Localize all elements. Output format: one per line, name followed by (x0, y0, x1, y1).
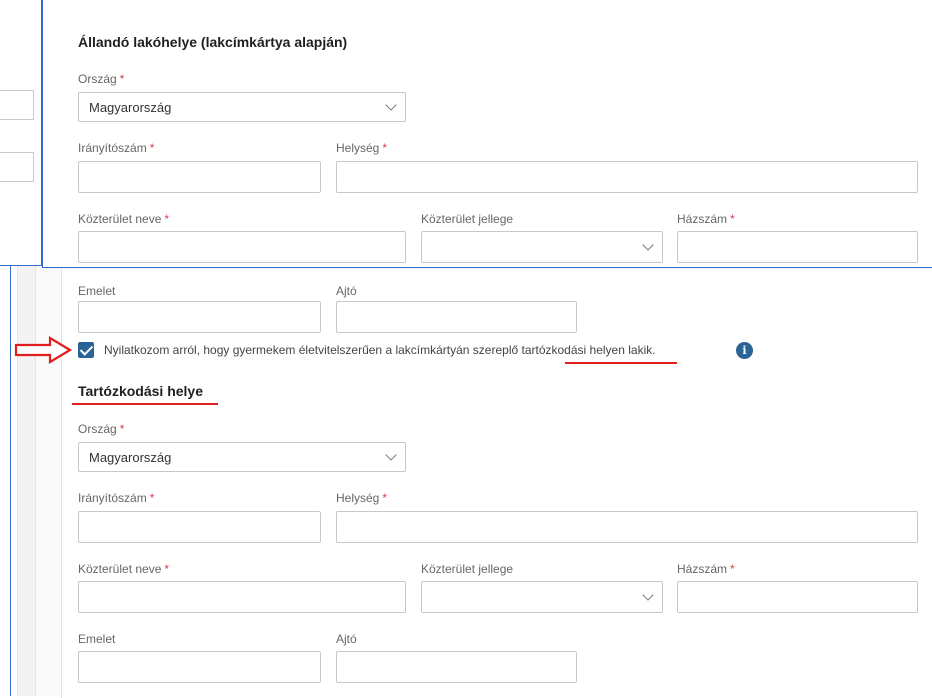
label-text: Irányítószám (78, 491, 147, 505)
label-helyseg: Helység * (336, 491, 387, 505)
label-hazszam: Házszám * (677, 212, 735, 226)
section-title-residence: Tartózkodási helye (78, 383, 204, 399)
label-iranyitoszam: Irányítószám * (78, 141, 154, 155)
floor-input[interactable] (78, 651, 321, 683)
chevron-down-icon (385, 449, 397, 461)
annotation-underline (565, 362, 677, 364)
door-input[interactable] (336, 301, 577, 333)
label-text: Ország (78, 72, 117, 86)
label-text: Közterület neve (78, 212, 162, 226)
required-mark: * (119, 422, 125, 436)
label-text: Helység (336, 141, 380, 155)
country-select[interactable]: Magyarország (78, 92, 406, 122)
postal-code-input[interactable] (78, 511, 321, 543)
red-arrow-icon (14, 336, 72, 364)
declaration-checkbox[interactable] (78, 342, 94, 358)
label-helyseg: Helység * (336, 141, 387, 155)
city-input[interactable] (336, 161, 918, 193)
content-divider (61, 268, 62, 698)
required-mark: * (730, 212, 735, 226)
background-input (0, 152, 34, 182)
info-icon[interactable]: i (736, 342, 753, 359)
country-select-value: Magyarország (89, 450, 172, 465)
label-orszag: Ország * (78, 72, 124, 86)
label-emelet: Emelet (78, 284, 116, 298)
street-type-select[interactable] (421, 231, 663, 263)
country-select[interactable]: Magyarország (78, 442, 406, 472)
street-name-input[interactable] (78, 231, 406, 263)
house-number-input[interactable] (677, 231, 918, 263)
required-mark: * (730, 562, 735, 576)
city-input[interactable] (336, 511, 918, 543)
background-column (35, 266, 61, 696)
required-mark: * (164, 562, 170, 576)
declaration-text-end: lakik. (624, 343, 656, 357)
background-input (0, 90, 34, 120)
country-select-value: Magyarország (89, 100, 172, 115)
chevron-down-icon (642, 239, 654, 251)
floor-input[interactable] (78, 301, 321, 333)
label-text: Házszám (677, 212, 728, 226)
label-kozterulet-jellege: Közterület jellege (421, 212, 514, 226)
declaration-label: Nyilatkozom arról, hogy gyermekem életvi… (104, 343, 656, 357)
label-emelet: Emelet (78, 632, 116, 646)
background-column (17, 266, 35, 696)
street-type-select[interactable] (421, 581, 663, 613)
required-mark: * (149, 491, 155, 505)
annotation-underline (72, 403, 218, 405)
label-kozterulet-neve: Közterület neve * (78, 212, 169, 226)
label-kozterulet-jellege: Közterület jellege (421, 562, 514, 576)
required-mark: * (382, 491, 388, 505)
label-text: Irányítószám (78, 141, 147, 155)
label-text: Ország (78, 422, 117, 436)
street-name-input[interactable] (78, 581, 406, 613)
background-frame-line (10, 266, 11, 696)
label-kozterulet-neve: Közterület neve * (78, 562, 169, 576)
required-mark: * (149, 141, 155, 155)
label-ajto: Ajtó (336, 632, 357, 646)
required-mark: * (119, 72, 125, 86)
declaration-highlight: tartózkodási helyen (521, 343, 625, 357)
postal-code-input[interactable] (78, 161, 321, 193)
label-text: Közterület neve (78, 562, 162, 576)
background-window (0, 0, 42, 266)
required-mark: * (164, 212, 170, 226)
declaration-text: Nyilatkozom arról, hogy gyermekem életvi… (104, 343, 522, 357)
label-text: Házszám (677, 562, 728, 576)
label-ajto: Ajtó (336, 284, 357, 298)
chevron-down-icon (642, 589, 654, 601)
house-number-input[interactable] (677, 581, 918, 613)
section-title-permanent-address: Állandó lakóhelye (lakcímkártya alapján) (78, 34, 348, 50)
label-hazszam: Házszám * (677, 562, 735, 576)
door-input[interactable] (336, 651, 577, 683)
chevron-down-icon (385, 99, 397, 111)
label-text: Helység (336, 491, 380, 505)
label-orszag: Ország * (78, 422, 124, 436)
label-iranyitoszam: Irányítószám * (78, 491, 154, 505)
required-mark: * (382, 141, 388, 155)
